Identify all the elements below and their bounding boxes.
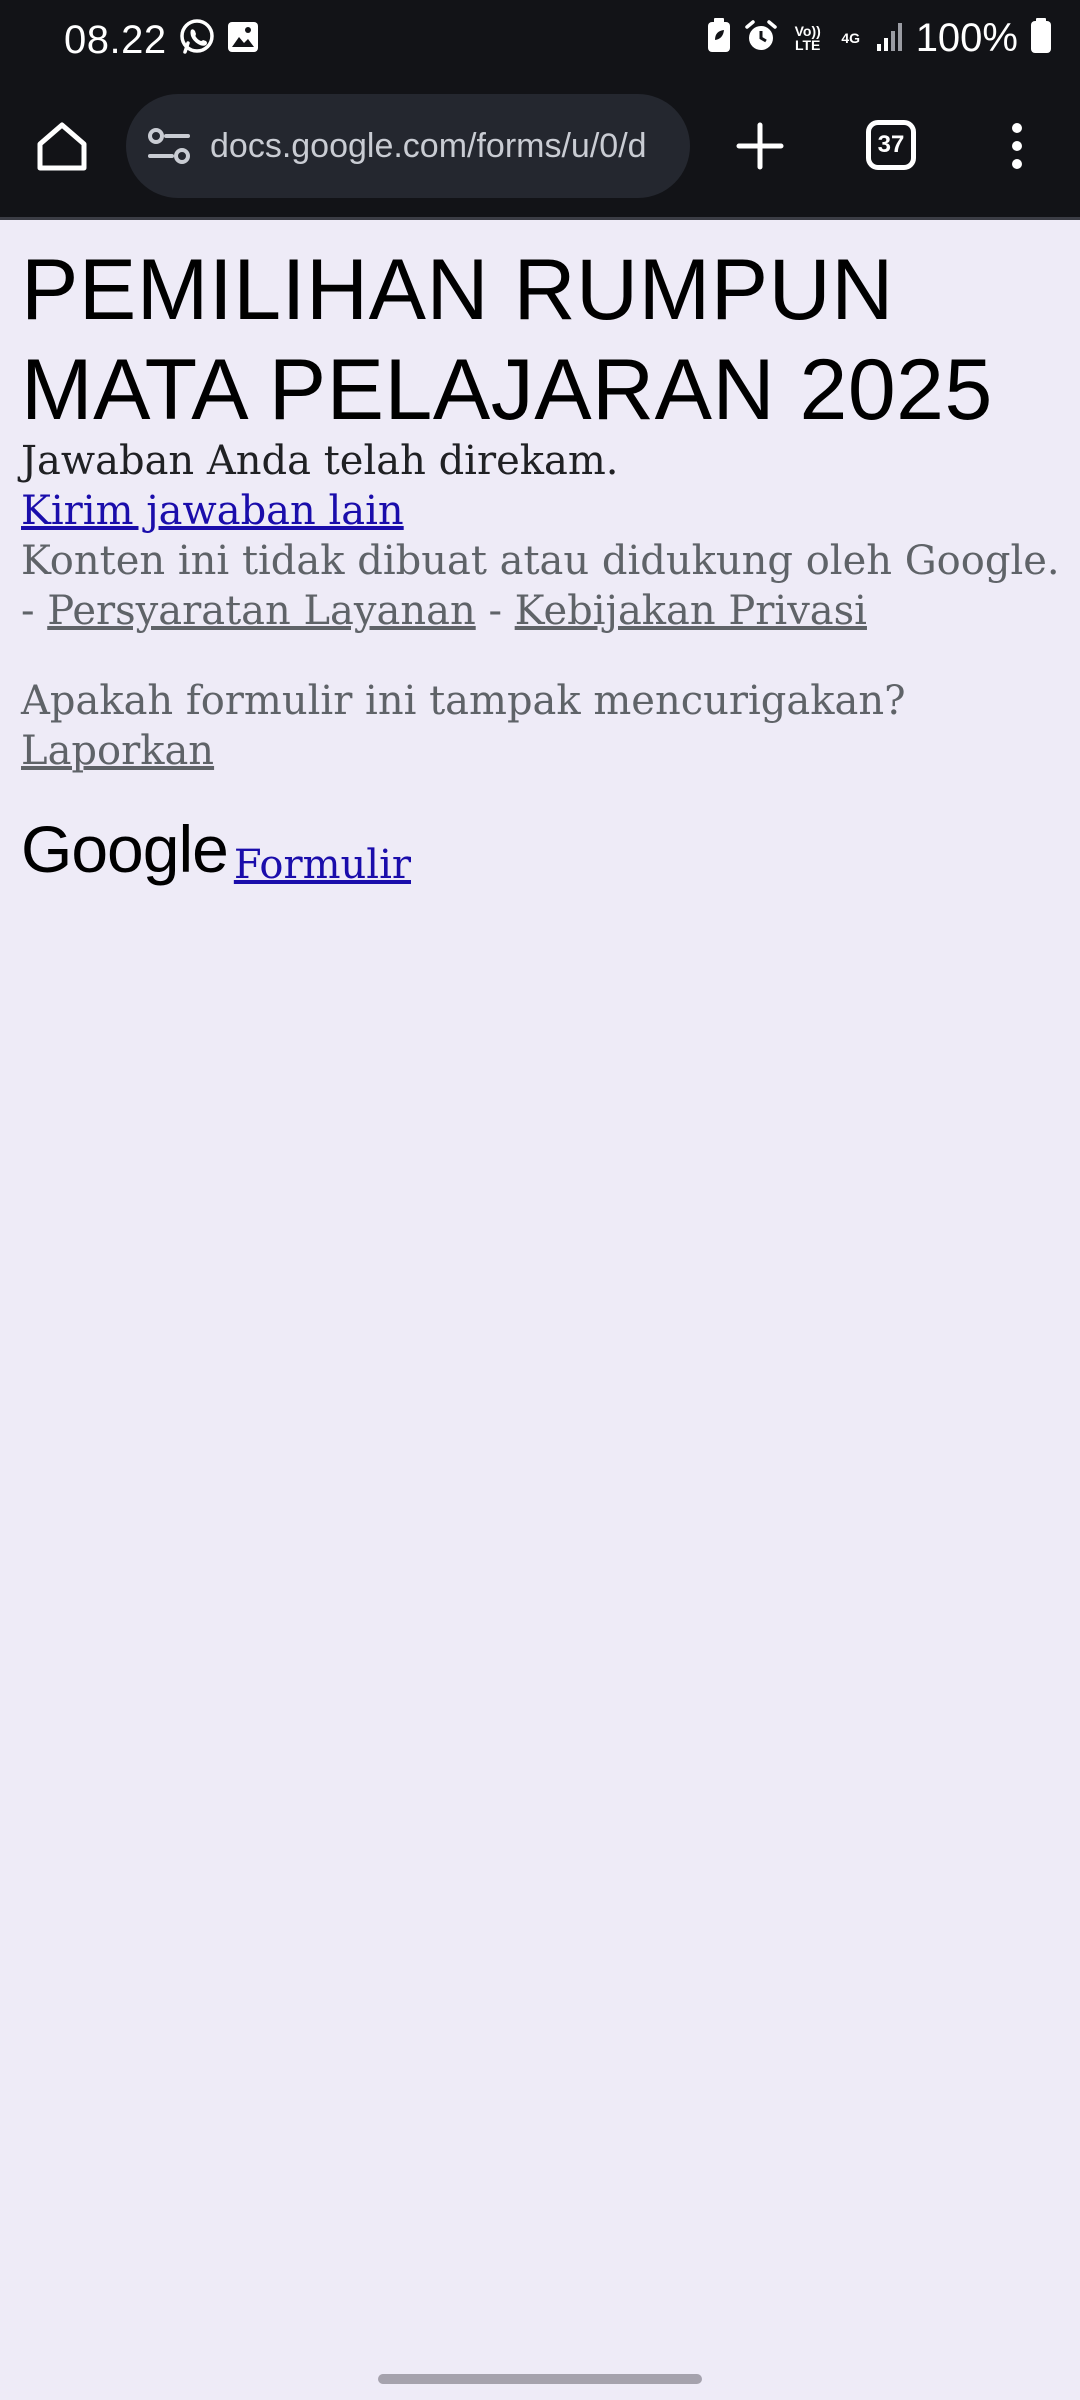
disclaimer: Konten ini tidak dibuat atau didukung ol… — [21, 536, 1061, 636]
status-bar: 08.22 Vo)) LTE 4G 100% — [0, 0, 1080, 80]
status-right-icons: Vo)) LTE 4G 100% — [706, 14, 1052, 62]
home-button[interactable] — [32, 116, 92, 176]
google-forms-branding: Google Formulir — [21, 816, 1061, 888]
notification-icons — [178, 18, 260, 61]
separator: - — [488, 588, 502, 634]
submit-another-link[interactable]: Kirim jawaban lain — [21, 486, 404, 536]
disclaimer-text: Konten ini tidak dibuat atau didukung ol… — [21, 538, 1060, 584]
more-options-button[interactable] — [1000, 116, 1034, 176]
address-bar[interactable]: docs.google.com/forms/u/0/d — [126, 94, 690, 198]
signal-icon — [876, 20, 904, 57]
home-icon — [37, 122, 87, 171]
privacy-link[interactable]: Kebijakan Privasi — [515, 588, 867, 634]
battery-saver-icon — [706, 17, 732, 59]
google-logo[interactable]: Google — [21, 816, 229, 882]
site-settings-icon[interactable] — [146, 124, 194, 168]
more-vert-icon — [1012, 123, 1022, 169]
browser-toolbar: docs.google.com/forms/u/0/d 37 — [0, 80, 1080, 220]
volte-icon: Vo)) LTE — [794, 23, 821, 53]
report-link[interactable]: Laporkan — [21, 728, 214, 774]
plus-icon — [736, 122, 784, 170]
tab-switcher-button[interactable]: 37 — [866, 120, 916, 170]
gesture-nav-handle[interactable] — [378, 2374, 702, 2384]
url-text[interactable]: docs.google.com/forms/u/0/d — [210, 124, 670, 168]
battery-icon — [1030, 17, 1052, 59]
terms-link[interactable]: Persyaratan Layanan — [47, 588, 475, 634]
status-time: 08.22 — [64, 18, 167, 62]
battery-percent: 100% — [915, 16, 1018, 60]
page-content: PEMILIHAN RUMPUN MATA PELAJARAN 2025 Jaw… — [21, 240, 1061, 888]
new-tab-button[interactable] — [730, 116, 790, 176]
forms-link[interactable]: Formulir — [234, 840, 411, 890]
report-section: Apakah formulir ini tampak mencurigakan?… — [21, 676, 1061, 776]
report-question: Apakah formulir ini tampak mencurigakan? — [21, 678, 906, 724]
whatsapp-icon — [178, 18, 216, 61]
separator: - — [21, 588, 35, 634]
4g-icon: 4G — [841, 30, 861, 46]
alarm-icon — [744, 19, 778, 58]
confirmation-message: Jawaban Anda telah direkam. — [21, 438, 619, 484]
page-title: PEMILIHAN RUMPUN MATA PELAJARAN 2025 — [21, 242, 993, 438]
gallery-icon — [226, 20, 260, 59]
